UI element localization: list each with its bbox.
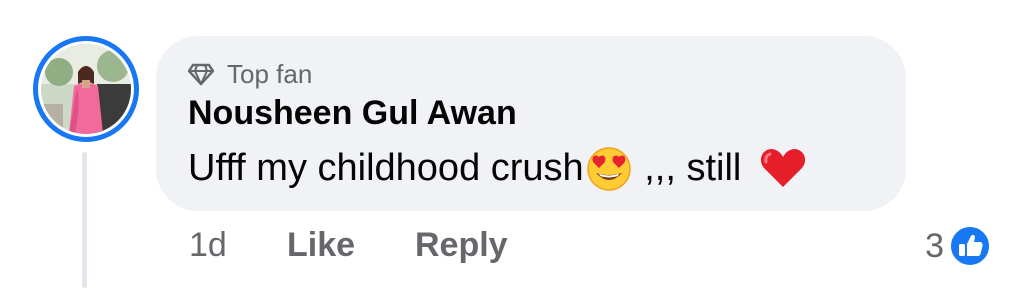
comment-text-part: Ufff my childhood crush [188,146,584,189]
reaction-count: 3 [925,226,944,265]
avatar-photo [41,44,131,134]
reaction-summary[interactable]: 3 [925,224,992,268]
comment-author[interactable]: Nousheen Gul Awan [188,94,517,133]
heart-eyes-emoji [586,147,631,191]
like-button[interactable]: Like [287,226,355,265]
red-heart-emoji [760,149,806,187]
diamond-icon [187,63,215,86]
comment-actions: 1d Like Reply [0,226,1024,274]
reply-button[interactable]: Reply [415,226,508,265]
badge-label: Top fan [227,58,313,89]
comment-text-part: ,,, still [633,146,752,189]
comment-text: Ufff my childhood crush ,,, still [188,143,808,193]
avatar[interactable] [41,44,131,134]
comment-timestamp[interactable]: 1d [189,226,227,265]
like-reaction-icon [949,225,991,267]
top-fan-badge[interactable]: Top fan [187,58,312,90]
